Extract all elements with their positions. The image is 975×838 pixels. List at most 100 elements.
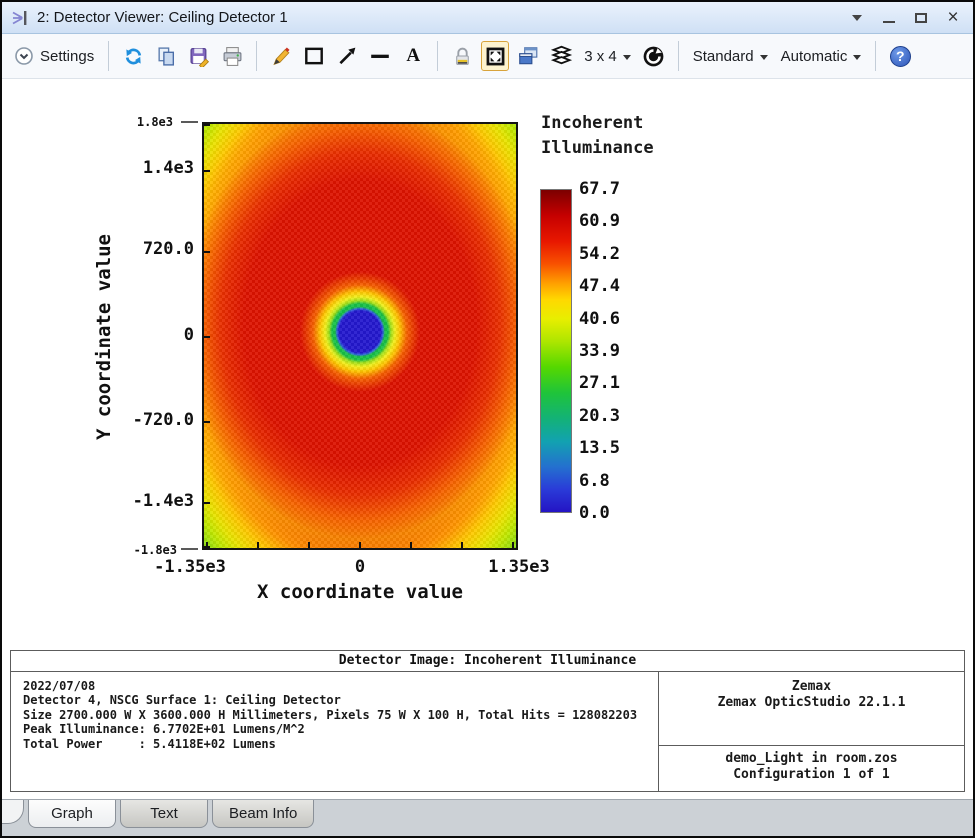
- reset-icon: [643, 46, 664, 66]
- y-tick-label: 0: [183, 325, 194, 345]
- window-title: 2: Detector Viewer: Ceiling Detector 1: [37, 9, 288, 26]
- file-name: demo_Light in room.zos: [725, 751, 898, 766]
- save-icon: [190, 47, 209, 67]
- annotate-rectangle-button[interactable]: [300, 41, 328, 71]
- close-icon: ×: [947, 7, 959, 28]
- colorbar-tick: 54.2: [579, 244, 620, 264]
- copy-icon: [158, 46, 174, 66]
- layers-icon: [550, 45, 572, 64]
- save-button[interactable]: [185, 41, 213, 71]
- reset-view-button[interactable]: [640, 41, 668, 71]
- copy-button[interactable]: [152, 41, 180, 71]
- y-tick-label: -1.4e3: [132, 491, 194, 511]
- axis-tick: [410, 542, 412, 548]
- y-tick-label: -1.8e3: [133, 543, 177, 557]
- mode-dropdown[interactable]: Standard: [689, 41, 772, 71]
- tab-text-label: Text: [150, 805, 178, 822]
- axis-tick: [204, 124, 210, 126]
- info-panel: Detector Image: Incoherent Illuminance 2…: [10, 650, 965, 792]
- colorbar-tick: 33.9: [579, 341, 620, 361]
- tab-beam-info[interactable]: Beam Info: [212, 800, 315, 828]
- chevron-down-icon: [759, 54, 768, 60]
- legend-title: Incoherent Illuminance: [541, 113, 654, 158]
- detector-rays-icon: [12, 10, 27, 25]
- tab-graph-label: Graph: [51, 805, 93, 822]
- colorbar-tick: 0.0: [579, 503, 610, 523]
- annotate-text-button[interactable]: A: [399, 41, 427, 71]
- scale-dropdown[interactable]: Automatic: [777, 41, 866, 71]
- axis-tick: [204, 251, 210, 253]
- detector-viewer-window: 2: Detector Viewer: Ceiling Detector 1 ×…: [0, 0, 975, 838]
- x-tick-label: 0: [354, 557, 366, 577]
- rectangle-icon: [305, 47, 324, 65]
- info-total-power: Total Power : 5.4118E+02 Lumens: [23, 736, 276, 751]
- fit-window-icon: [486, 47, 505, 65]
- maximize-button[interactable]: [907, 6, 935, 30]
- fit-window-button[interactable]: [481, 41, 510, 71]
- mode-label: Standard: [692, 47, 754, 65]
- grid-size-label: 3 x 4: [584, 47, 617, 65]
- axis-tick: [204, 336, 210, 338]
- info-peak-illuminance: Peak Illuminance: 6.7702E+01 Lumens/M^2: [23, 722, 305, 737]
- refresh-button[interactable]: [119, 41, 147, 71]
- minimize-icon: [883, 20, 895, 23]
- colorbar-tick: 6.8: [579, 471, 610, 491]
- x-tick-label: 1.35e3: [488, 557, 550, 577]
- toolbar-separator: [437, 41, 439, 71]
- chevron-down-icon: [853, 54, 862, 60]
- info-detector: Detector 4, NSCG Surface 1: Ceiling Dete…: [23, 693, 341, 708]
- company-name: Zemax: [791, 679, 832, 694]
- tab-text[interactable]: Text: [120, 800, 208, 828]
- window-menu-button[interactable]: [843, 6, 871, 30]
- line-icon: [371, 54, 390, 58]
- annotate-line-button[interactable]: [366, 41, 394, 71]
- detector-heatmap: [202, 122, 518, 550]
- axis-tick: [512, 542, 514, 548]
- settings-chevron-icon: [15, 47, 33, 65]
- scale-label: Automatic: [780, 47, 848, 65]
- x-tick-label: -1.35e3: [154, 557, 226, 577]
- print-button[interactable]: [218, 41, 246, 71]
- toolbar-separator: [108, 41, 110, 71]
- product-version: Zemax OpticStudio 22.1.1: [717, 695, 906, 710]
- software-info: Zemax Zemax OpticStudio 22.1.1: [659, 672, 964, 746]
- minimize-button[interactable]: [875, 6, 903, 30]
- colorbar-tick: 67.7: [579, 179, 620, 199]
- surface-layers-button[interactable]: [547, 41, 575, 71]
- y-tick-label: 1.4e3: [142, 158, 194, 178]
- toolbar: Settings A 3 x 4 Standard Automatic ?: [2, 34, 973, 79]
- help-button[interactable]: ?: [886, 41, 914, 71]
- toolbar-separator: [875, 41, 877, 71]
- grid-size-dropdown[interactable]: 3 x 4: [580, 41, 635, 71]
- detector-details: 2022/07/08 Detector 4, NSCG Surface 1: C…: [11, 672, 658, 791]
- x-axis-title: X coordinate value: [257, 581, 463, 603]
- close-button[interactable]: ×: [939, 6, 967, 30]
- tab-strip-notch: [2, 800, 24, 824]
- graph-canvas: Y coordinate value 1.8e3 1.4e3 720.0 0 -…: [2, 79, 973, 646]
- axis-tick: [204, 421, 210, 423]
- axis-tick: [461, 542, 463, 548]
- axis-tick: [308, 542, 310, 548]
- colorbar-tick: 20.3: [579, 406, 620, 426]
- info-size: Size 2700.000 W X 3600.000 H Millimeters…: [23, 707, 638, 722]
- refresh-icon: [125, 48, 141, 64]
- titlebar[interactable]: 2: Detector Viewer: Ceiling Detector 1 ×: [2, 2, 973, 34]
- axis-tick: [181, 548, 198, 550]
- clone-window-button[interactable]: [514, 41, 542, 71]
- axis-tick: [181, 121, 198, 123]
- annotate-arrow-button[interactable]: [333, 41, 361, 71]
- info-date: 2022/07/08: [23, 679, 96, 693]
- colorbar-tick: 60.9: [579, 211, 620, 231]
- settings-button[interactable]: Settings: [10, 41, 98, 71]
- y-tick-label: 1.8e3: [136, 115, 173, 129]
- pencil-icon: [273, 46, 290, 65]
- toolbar-separator: [677, 41, 679, 71]
- tab-strip: Graph Text Beam Info: [2, 799, 973, 836]
- menu-down-icon: [852, 14, 862, 21]
- lock-icon: [455, 47, 469, 65]
- help-icon: ?: [889, 45, 911, 67]
- annotate-pencil-button[interactable]: [267, 41, 295, 71]
- settings-label: Settings: [40, 47, 95, 65]
- lock-window-button[interactable]: [448, 41, 476, 71]
- tab-graph[interactable]: Graph: [28, 800, 116, 828]
